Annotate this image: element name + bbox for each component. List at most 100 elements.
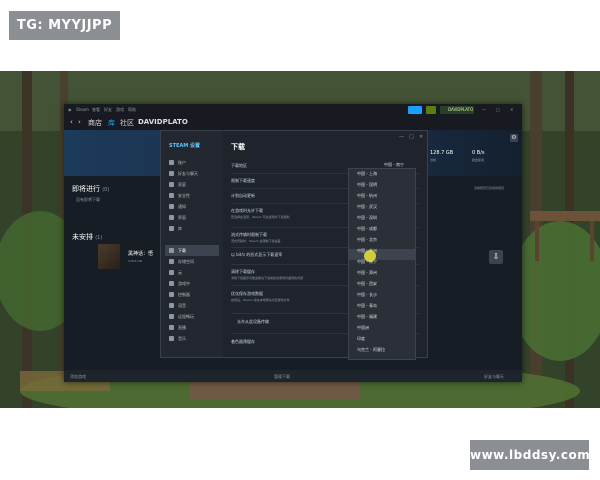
region-option[interactable]: 中国 - 杭州: [357, 193, 377, 199]
storage-icon: [169, 259, 174, 264]
steam-bottombar: 添加游戏 管理下载 好友与聊天: [64, 370, 522, 382]
nav-library[interactable]: 库: [108, 118, 115, 128]
speed-label: 当前: [430, 158, 437, 162]
row-auto-update-label: 计划自动更新: [231, 193, 255, 198]
cloud-icon: [169, 270, 174, 275]
broadcast-button[interactable]: [408, 106, 422, 114]
sidebar-item-label: 账户: [178, 160, 186, 165]
region-option[interactable]: 中国 - 武汉: [357, 204, 377, 210]
row-bits-label: 以 bit/s 的形式显示下载速率: [231, 252, 283, 257]
row-allow-ingame-label: 在游戏时允许下载: [231, 208, 263, 213]
region-option[interactable]: 乌克兰 - 阿塞拉: [357, 347, 385, 353]
sidebar-item-ingame[interactable]: 游戏中: [165, 278, 219, 289]
sidebar-item-library[interactable]: 库: [165, 223, 219, 234]
disk-value: 0 B/s: [472, 150, 485, 156]
unscheduled-heading: 未安排 (1): [72, 232, 102, 242]
gear-icon[interactable]: ⚙: [510, 134, 518, 142]
nav-community[interactable]: 社区: [120, 118, 134, 128]
maximize-button[interactable]: □: [496, 107, 500, 112]
sidebar-item-music[interactable]: 音乐: [165, 333, 219, 344]
broadcast-icon: [169, 325, 174, 330]
family-icon: [169, 182, 174, 187]
game-title[interactable]: 黑神话：悟: [128, 250, 153, 257]
cursor-highlight: [364, 250, 376, 262]
back-icon[interactable]: ‹: [70, 118, 73, 126]
region-option[interactable]: 中国 - 昆明: [357, 182, 377, 188]
sidebar-item-account[interactable]: 账户: [165, 157, 219, 168]
download-icon: [169, 248, 174, 253]
sidebar-item-label: 云: [178, 270, 182, 275]
add-game-button[interactable]: 添加游戏: [70, 374, 86, 380]
sidebar-item-notifications[interactable]: 通知: [165, 201, 219, 212]
remoteplay-icon: [169, 314, 174, 319]
region-option[interactable]: 中国 - 西安: [357, 281, 377, 287]
region-dropdown: 中国 - 上海 中国 - 昆明 中国 - 杭州 中国 - 武汉 中国 - 深圳 …: [348, 168, 416, 360]
notification-button[interactable]: [426, 106, 436, 114]
nav-store[interactable]: 商店: [88, 118, 102, 128]
region-option[interactable]: 中国 - 青岛: [357, 303, 377, 309]
sidebar-item-voice[interactable]: 语音: [165, 300, 219, 311]
nav-username[interactable]: DAVIDPLATO: [138, 118, 188, 126]
sidebar-item-remoteplay[interactable]: 远程畅玩: [165, 311, 219, 322]
settings-close-button[interactable]: ✕: [419, 134, 423, 140]
sidebar-item-cloud[interactable]: 云: [165, 267, 219, 278]
steam-titlebar: ◉ Steam 查看 好友 游戏 帮助 DAVIDPLATO — □ ✕: [64, 104, 522, 116]
upcoming-count: (0): [102, 187, 110, 193]
row-allow-transfer-label: 允许从此设备传输: [237, 319, 269, 324]
controller-icon: [169, 292, 174, 297]
menu-view[interactable]: 查看: [92, 107, 100, 113]
sidebar-item-storage[interactable]: 存储空间: [165, 256, 219, 267]
sidebar-item-label: 下载: [178, 248, 186, 253]
watermark-bottom-right: www.lbddsy.com: [470, 440, 590, 470]
sidebar-item-label: 家庭: [178, 182, 186, 187]
sidebar-item-label: 存储空间: [178, 259, 194, 264]
download-icon[interactable]: ⇩: [489, 250, 503, 264]
sidebar-item-label: 库: [178, 226, 182, 231]
sidebar-item-family[interactable]: 家庭: [165, 179, 219, 190]
forward-icon[interactable]: ›: [78, 118, 81, 126]
watermark-top-left: TG: MYYJJPP: [9, 11, 120, 40]
settings-maximize-button[interactable]: □: [409, 134, 414, 140]
steam-logo-icon[interactable]: ◉: [68, 107, 72, 112]
sidebar-item-label: 远程畅玩: [178, 314, 194, 319]
minimize-button[interactable]: —: [482, 107, 486, 112]
region-option[interactable]: 中国 - 北京: [357, 237, 377, 243]
menu-friends[interactable]: 好友: [104, 107, 112, 113]
sidebar-item-label: 通知: [178, 204, 186, 209]
sidebar-item-label: 直播: [178, 325, 186, 330]
region-option[interactable]: 中国 - 深圳: [357, 215, 377, 221]
row-download-region-label: 下载地区: [231, 163, 247, 168]
region-option[interactable]: 中国 - 成都: [357, 226, 377, 232]
unscheduled-label: 未安排: [72, 233, 93, 241]
unscheduled-count: (1): [95, 235, 103, 241]
sidebar-item-downloads[interactable]: 下载: [165, 245, 219, 256]
region-option[interactable]: 印度: [357, 336, 365, 342]
menu-steam[interactable]: Steam: [76, 107, 89, 112]
voice-icon: [169, 303, 174, 308]
upcoming-label: 即将进行: [72, 185, 100, 193]
menu-games[interactable]: 游戏: [116, 107, 124, 113]
row-allow-ingame-desc: 若选择此选项，Steam 可在游戏时下载更新: [231, 215, 290, 219]
menu-help[interactable]: 帮助: [128, 107, 136, 113]
sidebar-item-interface[interactable]: 界面: [165, 212, 219, 223]
sidebar-item-controller[interactable]: 控制器: [165, 289, 219, 300]
sidebar-item-label: 控制器: [178, 292, 190, 297]
sidebar-item-broadcast[interactable]: 直播: [165, 322, 219, 333]
security-icon: [169, 193, 174, 198]
friends-chat-button[interactable]: 好友与聊天: [484, 374, 504, 380]
game-capsule-image[interactable]: [98, 244, 120, 269]
region-option[interactable]: 中国 - 上海: [357, 171, 377, 177]
sidebar-item-friends[interactable]: 好友与聊天: [165, 168, 219, 179]
disk-label: 磁盘使用: [472, 158, 485, 162]
settings-minimize-button[interactable]: —: [399, 134, 404, 140]
region-option[interactable]: 中国 - 福建: [357, 314, 377, 320]
manage-downloads-button[interactable]: 管理下载: [274, 374, 290, 380]
upcoming-empty-text: 没有即将下载: [76, 197, 100, 202]
row-stream-throttle-desc: 流式传输时，Steam 会限制下载速度: [231, 239, 281, 243]
close-button[interactable]: ✕: [510, 107, 513, 112]
region-option[interactable]: 中国洲: [357, 325, 369, 331]
region-option[interactable]: 中国 - 长沙: [357, 292, 377, 298]
sidebar-item-security[interactable]: 安全性: [165, 190, 219, 201]
clear-completed-link[interactable]: 清除所有已完成的项目: [474, 186, 504, 190]
region-option[interactable]: 中国 - 郑州: [357, 270, 377, 276]
